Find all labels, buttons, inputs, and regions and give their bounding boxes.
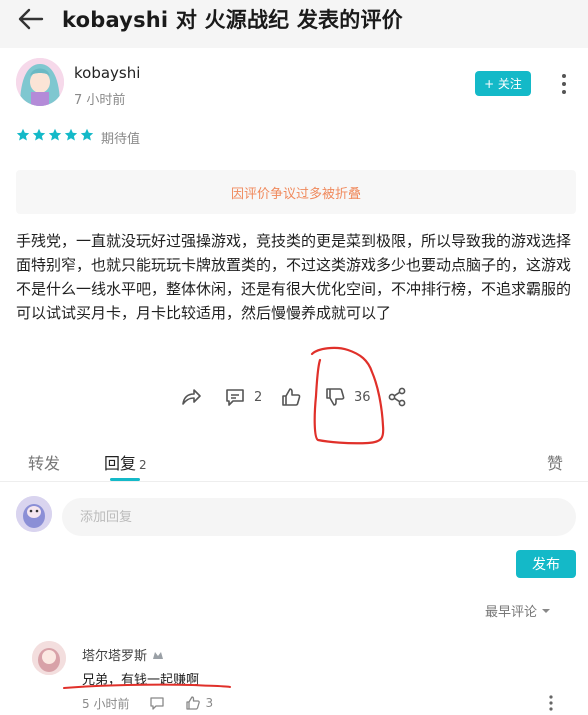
comment-like-count: 3 — [205, 696, 214, 710]
thumbs-up-icon — [282, 388, 301, 406]
caret-down-icon — [542, 608, 551, 613]
comment-text: 兄弟，有钱一起赚啊 — [82, 673, 200, 688]
forward-icon — [182, 389, 201, 405]
tab-bar: 转发 回复 2 赞 — [0, 446, 588, 482]
sort-label: 最早评论 — [485, 605, 538, 620]
follow-button[interactable]: + 关注 — [475, 71, 531, 96]
level-badge-icon — [153, 651, 164, 659]
page-title: kobayshi 对 火源战纪 发表的评价 — [62, 8, 403, 32]
star-icon — [32, 128, 46, 141]
comment-more-icon[interactable] — [545, 694, 557, 712]
active-tab-indicator — [110, 478, 140, 481]
more-options-icon[interactable] — [557, 72, 571, 96]
comment-reply-button[interactable] — [149, 695, 165, 711]
commenter-name[interactable]: 塔尔塔罗斯 — [82, 645, 165, 664]
tab-reply[interactable]: 回复 2 — [104, 450, 147, 474]
post-time: 7 小时前 — [74, 93, 126, 108]
thumbs-down-icon — [326, 388, 345, 406]
author-name[interactable]: kobayshi — [74, 64, 140, 82]
commenter-avatar[interactable] — [32, 641, 66, 675]
star-icon — [48, 128, 62, 141]
rating-label: 期待值 — [101, 132, 141, 147]
share-icon — [388, 387, 406, 407]
publish-button[interactable]: 发布 — [516, 550, 576, 578]
folded-notice[interactable]: 因评价争议过多被折叠 — [16, 170, 576, 214]
author-avatar[interactable] — [16, 58, 64, 106]
reply-tab-count: 2 — [139, 458, 147, 472]
star-icon — [80, 128, 94, 141]
thumbs-up-icon — [186, 696, 201, 710]
dislike-count: 36 — [354, 389, 371, 405]
arrow-left-icon[interactable] — [16, 6, 46, 32]
action-bar: 2 36 — [0, 384, 588, 410]
comment-meta: 5 小时前 3 — [82, 694, 213, 712]
comment-icon — [150, 697, 165, 710]
comment-time: 5 小时前 — [82, 696, 130, 711]
star-rating — [16, 128, 94, 142]
comment-count: 2 — [254, 389, 263, 405]
comment-button[interactable]: 2 — [224, 384, 262, 410]
share-forward-button[interactable] — [180, 384, 202, 410]
star-icon — [16, 128, 30, 141]
comment-icon — [226, 389, 244, 406]
reply-input[interactable] — [62, 498, 576, 536]
current-user-avatar — [16, 496, 52, 532]
star-icon — [64, 128, 78, 141]
tab-like[interactable]: 赞 — [547, 450, 563, 474]
dislike-button[interactable]: 36 — [324, 384, 371, 410]
sort-dropdown[interactable]: 最早评论 — [485, 601, 551, 620]
like-button[interactable] — [280, 384, 302, 410]
review-text: 手残党，一直就没玩好过强操游戏，竞技类的更是菜到极限，所以导致我的游戏选择面特别… — [16, 232, 572, 322]
comment-like-button[interactable]: 3 — [185, 695, 213, 711]
share-button[interactable] — [386, 384, 408, 410]
tab-forward[interactable]: 转发 — [28, 450, 60, 474]
top-bar: kobayshi 对 火源战纪 发表的评价 — [0, 0, 588, 48]
